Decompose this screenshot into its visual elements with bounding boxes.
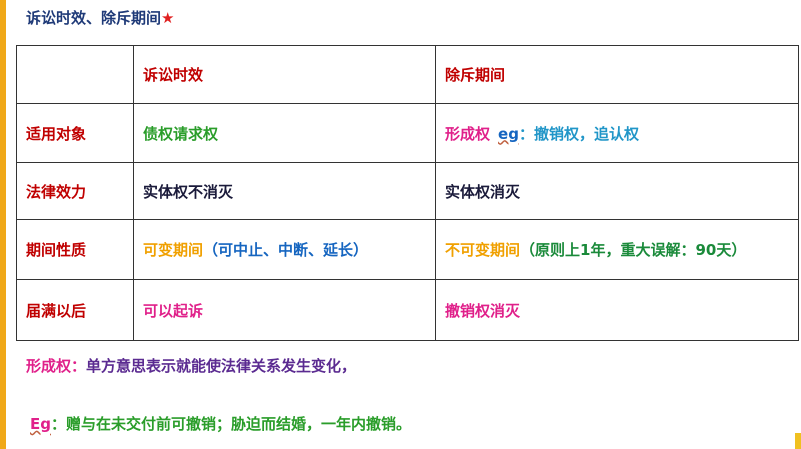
table-cell: 撤销权消灭 xyxy=(435,279,799,341)
table-cell: 不可变期间（原则上1年，重大误解：90天） xyxy=(435,219,799,280)
table-row: 法律效力 实体权不消灭 实体权消灭 xyxy=(16,162,799,220)
note-formation-right: 形成权：单方意思表示就能使法律关系发生变化， xyxy=(26,355,356,376)
table-header-row: 诉讼时效 除斥期间 xyxy=(16,45,799,104)
note-label: 形成权： xyxy=(26,357,87,375)
table-row: 适用对象 债权请求权 形成权 eg：撤销权，追认权 xyxy=(16,103,799,163)
header-empty-cell xyxy=(16,45,134,104)
cell-main-text: 形成权 xyxy=(445,124,491,143)
row-label: 法律效力 xyxy=(16,162,134,220)
star-icon: ★ xyxy=(161,9,175,27)
cell-rest-text: ：撤销权，追认权 xyxy=(518,124,639,143)
cell-main-text: 不可变期间 xyxy=(445,241,521,259)
corner-accent xyxy=(795,433,801,449)
cell-eg-text: eg xyxy=(498,124,519,143)
left-accent-bar xyxy=(0,0,6,449)
header-exclusion-period: 除斥期间 xyxy=(435,45,799,104)
table-cell: 债权请求权 xyxy=(133,103,436,163)
table-cell: 形成权 eg：撤销权，追认权 xyxy=(435,103,799,163)
note-text: ：赠与在未交付前可撤销；胁迫而结婚，一年内撤销。 xyxy=(50,415,411,433)
table-cell: 实体权消灭 xyxy=(435,162,799,220)
cell-note-text: （可中止、中断、延长） xyxy=(203,241,369,259)
cell-note-text: （原则上1年，重大误解：90天） xyxy=(520,241,747,259)
note-eg-label: Eg xyxy=(30,415,51,433)
table-cell: 可以起诉 xyxy=(133,279,436,341)
table-cell: 可变期间（可中止、中断、延长） xyxy=(133,219,436,280)
page-title-text: 诉讼时效、除斥期间 xyxy=(26,9,162,27)
table-row: 届满以后 可以起诉 撤销权消灭 xyxy=(16,279,799,341)
note-text: 单方意思表示就能使法律关系发生变化， xyxy=(86,357,357,375)
page-title: 诉讼时效、除斥期间★ xyxy=(26,7,174,28)
table-cell: 实体权不消灭 xyxy=(133,162,436,220)
table-row: 期间性质 可变期间（可中止、中断、延长） 不可变期间（原则上1年，重大误解：90… xyxy=(16,219,799,280)
row-label: 适用对象 xyxy=(16,103,134,163)
cell-main-text: 可变期间 xyxy=(143,241,204,259)
note-example: Eg：赠与在未交付前可撤销；胁迫而结婚，一年内撤销。 xyxy=(30,413,411,434)
header-statute-limitation: 诉讼时效 xyxy=(133,45,436,104)
row-label: 届满以后 xyxy=(16,279,134,341)
comparison-table: 诉讼时效 除斥期间 适用对象 债权请求权 形成权 eg：撤销权，追认权 法律效力 … xyxy=(16,45,799,341)
row-label: 期间性质 xyxy=(16,219,134,280)
